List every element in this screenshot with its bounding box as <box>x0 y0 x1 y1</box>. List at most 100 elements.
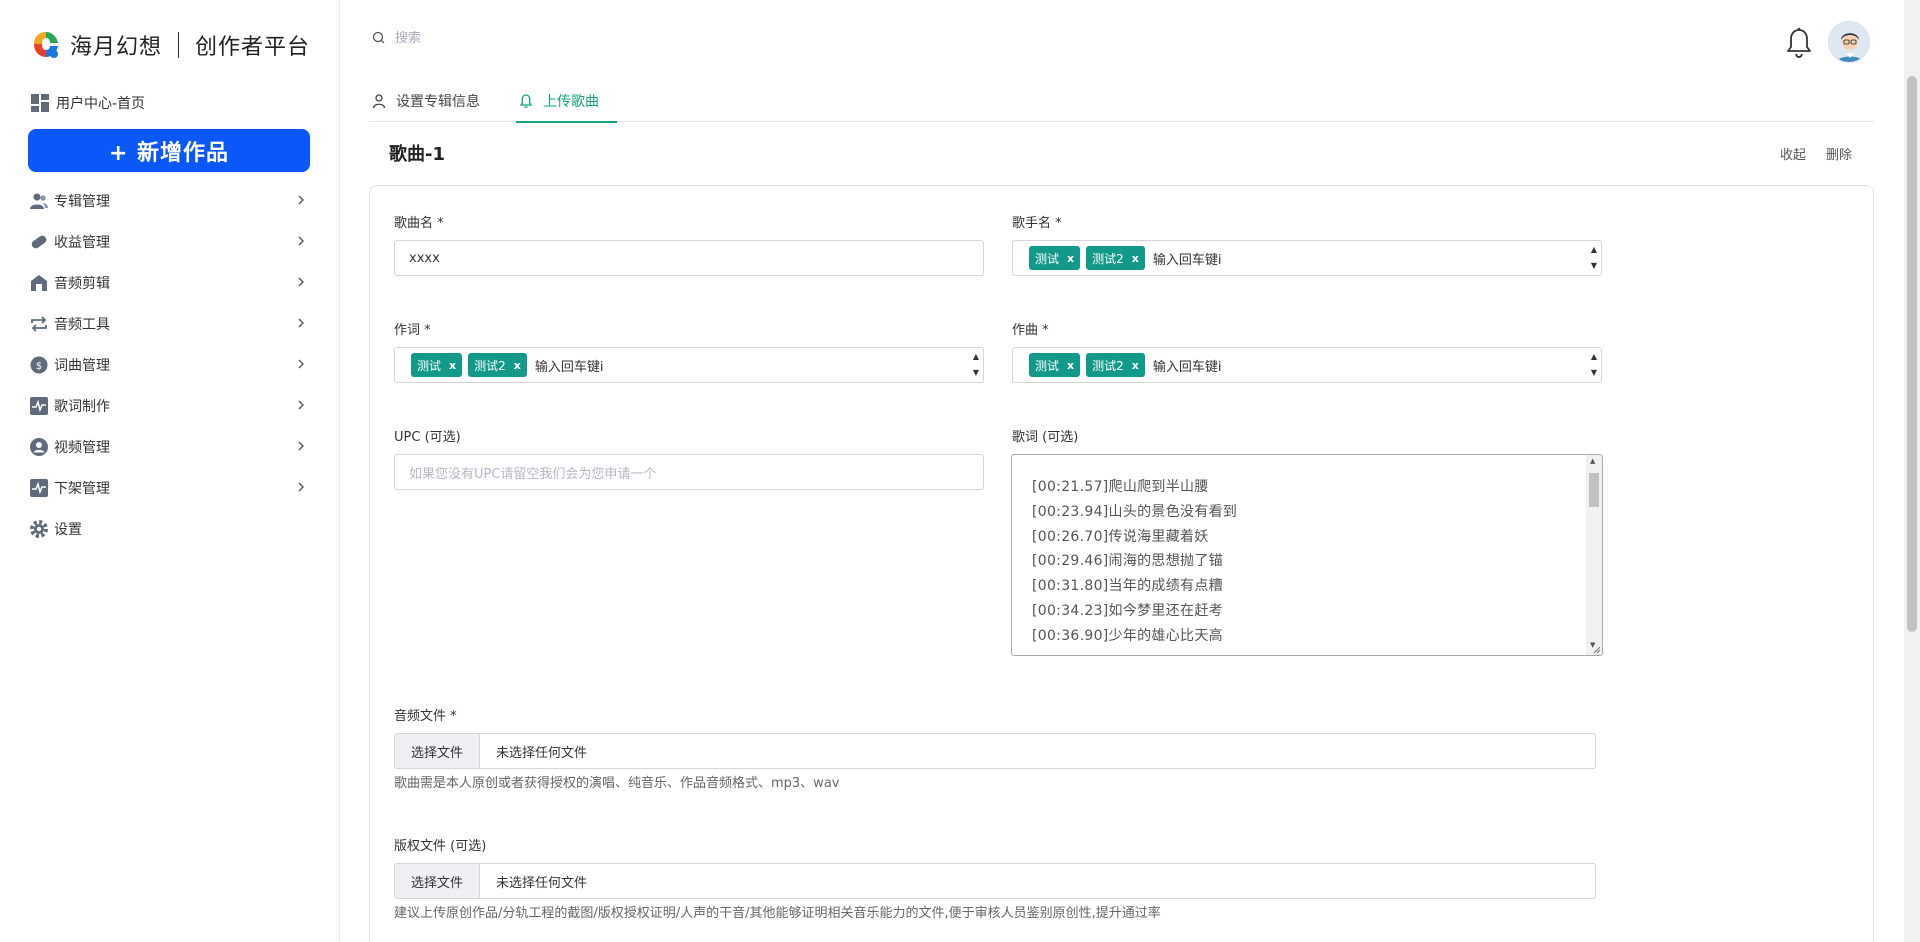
sidebar-item-label: 音频工具 <box>54 316 110 333</box>
tag-remove-icon[interactable]: x <box>449 359 456 372</box>
composer-tag: 测试 x <box>1029 353 1081 377</box>
tab-album-info[interactable]: 设置专辑信息 <box>369 80 498 122</box>
sidebar: 海月幻想 创作者平台 用户中心-首页 + 新增作品 专辑管理 收益管理 音频剪辑… <box>0 0 340 942</box>
song-actions: 收起 删除 <box>1780 144 1852 163</box>
singer-tag: 测试 x <box>1029 246 1081 270</box>
audio-choose-file-button[interactable]: 选择文件 <box>395 734 481 768</box>
lyrics-scroll-thumb[interactable] <box>1589 473 1599 507</box>
copyright-choose-file-button[interactable]: 选择文件 <box>395 864 481 898</box>
singer-tag-input[interactable]: 测试 x 测试2 x ▲▼ <box>1012 240 1602 276</box>
store-icon <box>28 272 50 294</box>
spinner-arrows-icon[interactable]: ▲ ▼ <box>971 351 981 379</box>
sidebar-item-label: 音频剪辑 <box>54 275 110 292</box>
sidebar-item-label: 视频管理 <box>54 439 110 456</box>
upc-input[interactable]: 如果您没有UPC请留空我们会为您申请一个 <box>394 454 984 490</box>
composer-tag-input[interactable]: 测试 x 测试2 x ▲▼ <box>1012 347 1602 383</box>
sidebar-item-settings[interactable]: 设置 <box>28 508 310 549</box>
notification-bell-icon[interactable] <box>1783 26 1815 60</box>
tag-text: 测试 <box>417 358 442 373</box>
user-avatar[interactable] <box>1828 21 1870 63</box>
copyright-file-label: 版权文件 (可选) <box>394 839 487 854</box>
upc-label: UPC (可选) <box>394 430 461 445</box>
lyrics-line: [00:31.80]当年的成绩有点糟 <box>1032 578 1223 595</box>
svg-text:$: $ <box>36 361 42 372</box>
copyright-file-name: 未选择任何文件 <box>496 875 588 891</box>
dashboard-grid-icon <box>31 94 49 112</box>
sidebar-item-video[interactable]: 视频管理 <box>28 426 310 467</box>
singer-label: 歌手名 * <box>1012 216 1062 231</box>
chevron-right-icon <box>298 441 304 451</box>
pill-icon <box>28 231 50 253</box>
user-icon <box>372 94 386 109</box>
scroll-up-icon[interactable]: ▲ <box>1590 457 1595 465</box>
song-name-input[interactable]: xxxx <box>394 240 984 276</box>
audio-file-name: 未选择任何文件 <box>496 745 588 761</box>
lyricist-text-input[interactable] <box>534 357 625 373</box>
tag-text: 测试2 <box>1092 358 1124 373</box>
tag-remove-icon[interactable]: x <box>1132 252 1139 265</box>
avatar-image <box>1829 22 1869 62</box>
resize-grip-icon[interactable] <box>1591 644 1601 654</box>
tag-remove-icon[interactable]: x <box>1132 359 1139 372</box>
sidebar-item-lyrics-make[interactable]: 歌词制作 <box>28 385 310 426</box>
sidebar-item-label: 设置 <box>54 521 82 538</box>
user-circle-icon <box>28 436 50 458</box>
composer-label: 作曲 * <box>1012 323 1049 338</box>
lyrics-line: [00:34.23]如今梦里还在赶考 <box>1032 602 1223 619</box>
search-bar <box>371 30 695 46</box>
collapse-button[interactable]: 收起 <box>1780 144 1806 163</box>
bell-icon <box>519 94 533 108</box>
copyright-file-hint: 建议上传原创作品/分轨工程的截图/版权授权证明/人声的干音/其他能够证明相关音乐… <box>394 906 1161 921</box>
brand-divider <box>178 32 180 58</box>
search-input[interactable] <box>395 30 695 46</box>
gear-icon <box>28 518 50 540</box>
tab-upload-song[interactable]: 上传歌曲 <box>516 80 617 123</box>
lyricist-tag-input[interactable]: 测试 x 测试2 x ▲▼ <box>394 347 984 383</box>
sidebar-item-album[interactable]: 专辑管理 <box>28 180 310 221</box>
lyrics-line: [00:29.46]闹海的思想抛了锚 <box>1032 553 1223 570</box>
lyrics-textarea[interactable]: [00:21.57]爬山爬到半山腰 [00:23.94]山头的景色没有看到 [0… <box>1011 454 1603 656</box>
lyrics-label: 歌词 (可选) <box>1012 430 1079 445</box>
sidebar-item-label: 歌词制作 <box>54 398 110 415</box>
sidebar-item-audio-tools[interactable]: 音频工具 <box>28 303 310 344</box>
lyricist-tag: 测试 x <box>411 353 463 377</box>
chevron-right-icon <box>298 277 304 287</box>
tag-remove-icon[interactable]: x <box>1067 359 1074 372</box>
lyricist-label: 作词 * <box>394 323 431 338</box>
spinner-arrows-icon[interactable]: ▲ ▼ <box>1589 244 1599 272</box>
tag-text: 测试2 <box>1092 251 1124 266</box>
copyright-file-input[interactable]: 选择文件 未选择任何文件 <box>394 863 1596 899</box>
song-title: 歌曲-1 <box>389 144 445 165</box>
tab-bar: 设置专辑信息 上传歌曲 <box>369 80 1874 123</box>
delete-button[interactable]: 删除 <box>1826 144 1852 163</box>
chevron-right-icon <box>298 318 304 328</box>
spinner-arrows-icon[interactable]: ▲ ▼ <box>1589 351 1599 379</box>
dollar-circle-icon: $ <box>28 354 50 376</box>
sidebar-item-lyrics-music[interactable]: $ 词曲管理 <box>28 344 310 385</box>
sidebar-item-home[interactable]: 用户中心-首页 <box>30 93 145 113</box>
singer-text-input[interactable] <box>1152 250 1243 266</box>
chevron-right-icon <box>298 482 304 492</box>
song-name-label: 歌曲名 * <box>394 216 444 231</box>
sidebar-item-revenue[interactable]: 收益管理 <box>28 221 310 262</box>
activity-icon <box>28 395 50 417</box>
page-scrollbar[interactable] <box>1904 0 1920 942</box>
singer-tag: 测试2 x <box>1086 246 1145 270</box>
tag-text: 测试 <box>1035 251 1060 266</box>
sidebar-item-label: 专辑管理 <box>54 193 110 210</box>
audio-file-hint: 歌曲需是本人原创或者获得授权的演唱、纯音乐、作品音频格式、mp3、wav <box>394 776 840 791</box>
tag-text: 测试2 <box>474 358 506 373</box>
brand-name: 海月幻想 <box>70 35 163 60</box>
brand-subtitle: 创作者平台 <box>195 35 311 60</box>
sidebar-item-audio-edit[interactable]: 音频剪辑 <box>28 262 310 303</box>
lyrics-scrollbar[interactable]: ▲ ▼ <box>1586 455 1602 655</box>
composer-text-input[interactable] <box>1152 357 1243 373</box>
search-icon <box>372 31 385 44</box>
tag-remove-icon[interactable]: x <box>514 359 521 372</box>
page-scroll-thumb[interactable] <box>1907 76 1917 632</box>
tag-remove-icon[interactable]: x <box>1067 252 1074 265</box>
new-work-button[interactable]: + 新增作品 <box>28 129 310 172</box>
audio-file-input[interactable]: 选择文件 未选择任何文件 <box>394 733 1596 769</box>
sidebar-item-takedown[interactable]: 下架管理 <box>28 467 310 508</box>
chevron-right-icon <box>298 236 304 246</box>
